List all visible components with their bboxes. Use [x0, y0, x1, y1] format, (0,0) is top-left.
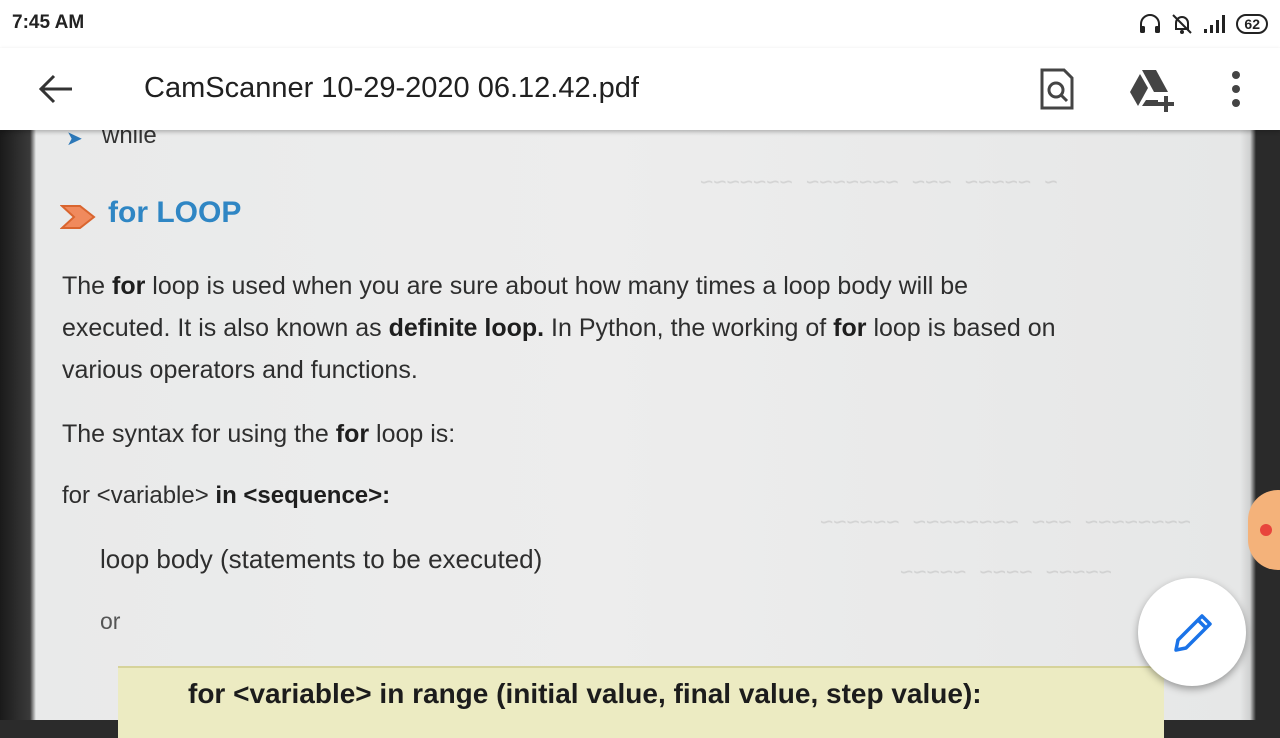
text-run: for <variable> — [62, 482, 216, 509]
text-run-bold: for — [833, 314, 867, 342]
paragraph-line: The for loop is used when you are sure a… — [62, 272, 968, 301]
text-run: The — [62, 272, 113, 300]
heading-bullet-icon — [60, 205, 96, 229]
signal-icon — [1204, 15, 1226, 33]
text-run: In Python, the working of — [544, 314, 834, 342]
more-vert-icon — [1232, 71, 1240, 107]
add-to-drive-icon — [1130, 70, 1174, 112]
syntax-line: for <variable> in <sequence>: — [62, 482, 390, 510]
range-syntax-line: for <variable> in range (initial value, … — [188, 678, 982, 709]
paragraph-line: various operators and functions. — [62, 356, 418, 385]
more-options-button[interactable] — [1214, 66, 1258, 112]
add-to-drive-button[interactable] — [1126, 66, 1174, 112]
document-title: CamScanner 10-29-2020 06.12.42.pdf — [144, 72, 639, 104]
text-run: loop is based on — [866, 314, 1056, 342]
syntax-intro: The syntax for using the for loop is: — [62, 420, 455, 449]
notifications-muted-icon — [1172, 14, 1193, 34]
text-run-bold: for — [335, 420, 370, 448]
text-run: The syntax for using the — [62, 420, 336, 448]
text-run: executed. It is also known as — [62, 314, 389, 342]
bleed-through-decoration: ~~~~~~~~ ~~~ ~~~~~~~~ ~~~~~~ — [820, 510, 1191, 535]
text-run: loop is: — [369, 420, 456, 448]
status-bar: 7:45 AM 62 — [0, 0, 1280, 48]
app-bar: CamScanner 10-29-2020 06.12.42.pdf — [0, 48, 1280, 130]
edge-indicator-dot — [1260, 524, 1272, 536]
text-run: various operators and functions. — [62, 356, 418, 384]
paragraph-line: executed. It is also known as definite l… — [62, 314, 1056, 343]
back-arrow-icon — [38, 74, 72, 104]
back-button[interactable] — [30, 66, 80, 112]
syntax-box: for <variable> in range (initial value, … — [118, 666, 1164, 738]
text-run-bold: in <sequence>: — [215, 482, 391, 509]
battery-icon: 62 — [1236, 14, 1268, 34]
document-page[interactable]: ~ ~~~~~ ~~~ ~~~~~~~ ~~~~~~~ ~~~~~~~~ ~~~… — [0, 122, 1280, 738]
loop-body-line: loop body (statements to be executed) — [100, 544, 543, 574]
search-document-button[interactable] — [1032, 66, 1080, 112]
text-run: loop is used when you are sure about how… — [145, 272, 969, 300]
headset-icon — [1140, 14, 1161, 33]
section-heading: for LOOP — [108, 196, 242, 229]
bleed-through-decoration: ~~~~~ ~~~~ ~~~~~ — [900, 560, 1112, 585]
or-text: or — [100, 608, 121, 634]
status-icons: 62 — [1138, 12, 1268, 36]
edit-pencil-icon — [1174, 614, 1212, 652]
edit-fab-button[interactable] — [1138, 578, 1246, 686]
text-run-bold: for — [112, 272, 146, 300]
bleed-through-decoration: ~ ~~~~~ ~~~ ~~~~~~~ ~~~~~~~ — [700, 170, 1058, 195]
status-time: 7:45 AM — [12, 12, 85, 33]
search-document-icon — [1040, 68, 1074, 110]
text-run-bold: definite loop. — [388, 314, 545, 342]
